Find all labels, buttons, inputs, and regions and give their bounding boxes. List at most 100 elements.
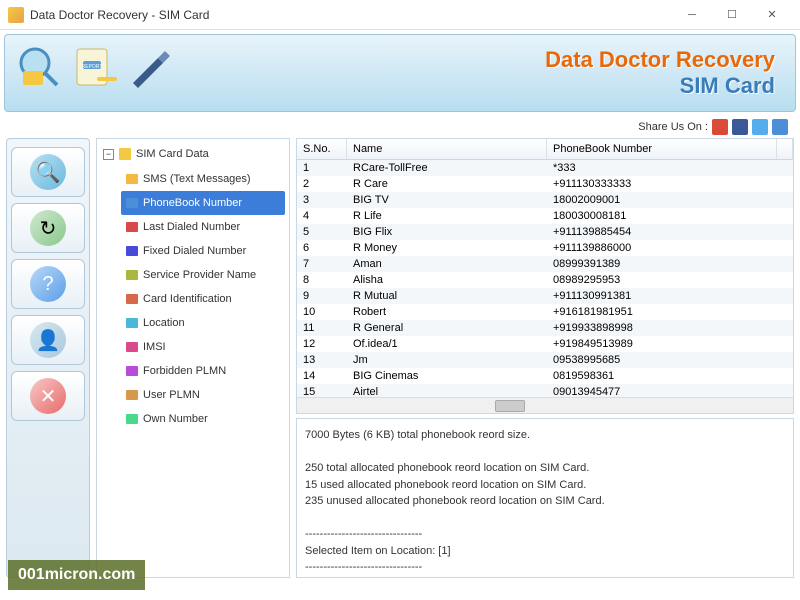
fixed-icon (125, 244, 139, 258)
tree-panel: − SIM Card Data SMS (Text Messages) Phone… (96, 138, 290, 578)
cell-sno: 4 (297, 209, 347, 223)
share-other-icon[interactable] (772, 119, 788, 135)
titlebar: Data Doctor Recovery - SIM Card ─ ☐ ✕ (0, 0, 800, 30)
tree-item-label: Last Dialed Number (143, 221, 240, 233)
table-body[interactable]: 1RCare-TollFree*3332R Care+9111303333333… (297, 160, 793, 397)
cell-name: BIG TV (347, 193, 547, 207)
close-icon: ✕ (30, 378, 66, 414)
user-button[interactable]: 👤 (11, 315, 85, 365)
tree-item[interactable]: Service Provider Name (121, 263, 285, 287)
tree-item[interactable]: Own Number (121, 407, 285, 431)
cell-number: +911139886000 (547, 241, 793, 255)
tree-collapse-icon[interactable]: − (103, 149, 114, 160)
cell-sno: 14 (297, 369, 347, 383)
cell-name: Of.idea/1 (347, 337, 547, 351)
banner-title-main: Data Doctor Recovery (545, 47, 775, 73)
tree-item-label: User PLMN (143, 389, 200, 401)
phonebook-icon (125, 196, 139, 210)
facebook-icon[interactable] (732, 119, 748, 135)
cell-number: +919933898998 (547, 321, 793, 335)
tree-item[interactable]: Card Identification (121, 287, 285, 311)
help-button[interactable]: ? (11, 259, 85, 309)
twitter-icon[interactable] (752, 119, 768, 135)
table-row[interactable]: 9R Mutual+911130991381 (297, 288, 793, 304)
cell-name: R Mutual (347, 289, 547, 303)
tree-item[interactable]: User PLMN (121, 383, 285, 407)
table-row[interactable]: 11R General+919933898998 (297, 320, 793, 336)
magnifier-sim-icon (15, 43, 65, 93)
close-button[interactable]: ✕ (752, 1, 792, 29)
tree-item-label: SMS (Text Messages) (143, 173, 251, 185)
maximize-button[interactable]: ☐ (712, 1, 752, 29)
table-row[interactable]: 15Airtel09013945477 (297, 384, 793, 397)
close-sidebar-button[interactable]: ✕ (11, 371, 85, 421)
tree-item[interactable]: Last Dialed Number (121, 215, 285, 239)
column-sno[interactable]: S.No. (297, 139, 347, 159)
tree-item-label: Fixed Dialed Number (143, 245, 246, 257)
table-row[interactable]: 4R Life180030008181 (297, 208, 793, 224)
main-area: 🔍 ↻ ? 👤 ✕ − SIM Card Data SMS (Text Mess… (0, 138, 800, 578)
recover-button[interactable]: ↻ (11, 203, 85, 253)
minimize-button[interactable]: ─ (672, 1, 712, 29)
table-row[interactable]: 10Robert+916181981951 (297, 304, 793, 320)
cell-sno: 2 (297, 177, 347, 191)
tree-item[interactable]: SMS (Text Messages) (121, 167, 285, 191)
message-icon (125, 172, 139, 186)
tree-item[interactable]: Fixed Dialed Number (121, 239, 285, 263)
cell-sno: 5 (297, 225, 347, 239)
tree-children: SMS (Text Messages) PhoneBook Number Last … (121, 167, 285, 431)
tree-item-label: Service Provider Name (143, 269, 256, 281)
cell-name: Aman (347, 257, 547, 271)
recover-icon: ↻ (30, 210, 66, 246)
tree-item[interactable]: Forbidden PLMN (121, 359, 285, 383)
app-icon (8, 7, 24, 23)
cell-sno: 8 (297, 273, 347, 287)
googleplus-icon[interactable] (712, 119, 728, 135)
own-icon (125, 412, 139, 426)
tree-item[interactable]: PhoneBook Number (121, 191, 285, 215)
cell-sno: 11 (297, 321, 347, 335)
table-row[interactable]: 5BIG Flix+911139885454 (297, 224, 793, 240)
table-row[interactable]: 3BIG TV18002009001 (297, 192, 793, 208)
forbidden-icon (125, 364, 139, 378)
cell-number: +911139885454 (547, 225, 793, 239)
column-scroll-spacer (777, 139, 793, 159)
banner-graphics: REPORT (15, 43, 173, 93)
scrollbar-thumb[interactable] (495, 400, 525, 412)
provider-icon (125, 268, 139, 282)
table-row[interactable]: 8Alisha08989295953 (297, 272, 793, 288)
user-plmn-icon (125, 388, 139, 402)
tree-item[interactable]: IMSI (121, 335, 285, 359)
window-controls: ─ ☐ ✕ (672, 1, 792, 29)
cell-name: Alisha (347, 273, 547, 287)
imsi-icon (125, 340, 139, 354)
table-header: S.No. Name PhoneBook Number (297, 139, 793, 160)
cell-sno: 1 (297, 161, 347, 175)
scan-button[interactable]: 🔍 (11, 147, 85, 197)
details-panel: 7000 Bytes (6 KB) total phonebook reord … (296, 418, 794, 578)
window-title: Data Doctor Recovery - SIM Card (30, 8, 672, 22)
table-row[interactable]: 12Of.idea/1+919849513989 (297, 336, 793, 352)
scan-icon: 🔍 (30, 154, 66, 190)
table-row[interactable]: 2R Care+911130333333 (297, 176, 793, 192)
column-name[interactable]: Name (347, 139, 547, 159)
cell-sno: 7 (297, 257, 347, 271)
column-number[interactable]: PhoneBook Number (547, 139, 777, 159)
tree-item-label: Location (143, 317, 185, 329)
content-panel: S.No. Name PhoneBook Number 1RCare-TollF… (296, 138, 794, 578)
cell-number: 0819598361 (547, 369, 793, 383)
tree-item[interactable]: Location (121, 311, 285, 335)
cell-name: RCare-TollFree (347, 161, 547, 175)
watermark: 001micron.com (8, 560, 145, 590)
table-row[interactable]: 7Aman08999391389 (297, 256, 793, 272)
cell-name: Jm (347, 353, 547, 367)
table-row[interactable]: 13Jm09538995685 (297, 352, 793, 368)
table-row[interactable]: 14BIG Cinemas0819598361 (297, 368, 793, 384)
banner-title-sub: SIM Card (545, 73, 775, 99)
cell-number: +911130333333 (547, 177, 793, 191)
cell-name: R General (347, 321, 547, 335)
table-row[interactable]: 6R Money+911139886000 (297, 240, 793, 256)
table-row[interactable]: 1RCare-TollFree*333 (297, 160, 793, 176)
tree-root[interactable]: − SIM Card Data (101, 145, 285, 163)
horizontal-scrollbar[interactable] (297, 397, 793, 413)
